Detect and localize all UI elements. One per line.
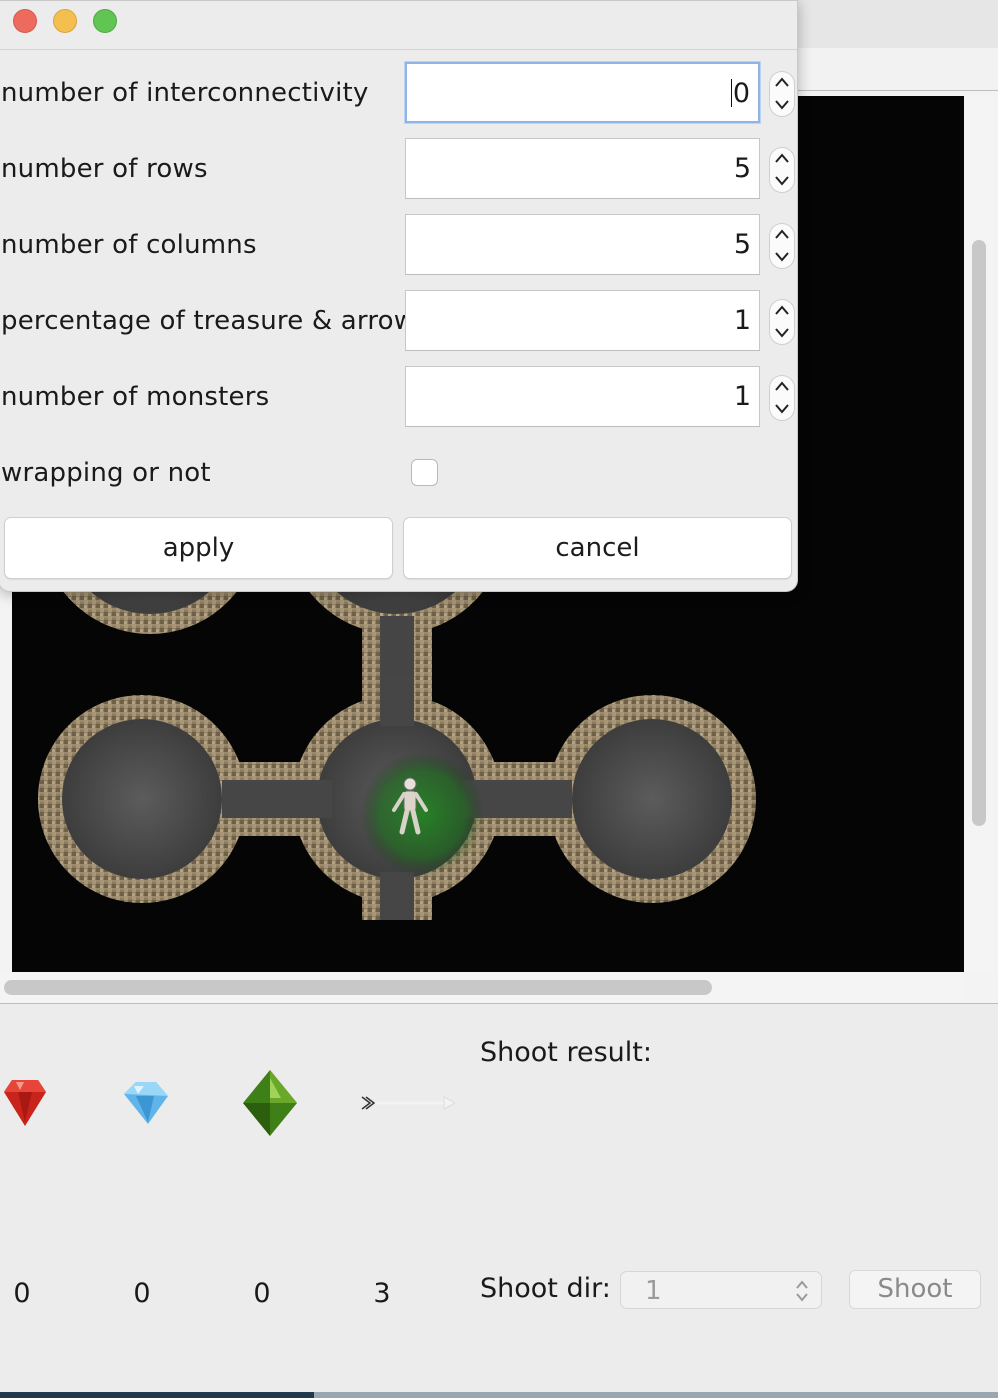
interconnectivity-value-wrap: 0 bbox=[730, 78, 750, 109]
arrow-count: 3 bbox=[373, 1278, 391, 1309]
monsters-stepper[interactable] bbox=[769, 375, 795, 421]
shoot-dir-select[interactable]: 1 bbox=[620, 1271, 822, 1309]
emerald-count: 0 bbox=[253, 1278, 271, 1309]
cave-east bbox=[548, 695, 756, 903]
stepper-updown-icon bbox=[775, 77, 789, 110]
shoot-dir-label: Shoot dir: bbox=[480, 1273, 611, 1304]
diamond-icon bbox=[124, 1082, 168, 1124]
monsters-input[interactable]: 1 bbox=[405, 366, 760, 427]
apply-button[interactable]: apply bbox=[4, 517, 393, 579]
shoot-dir-value: 1 bbox=[645, 1276, 662, 1306]
stepper-updown-icon bbox=[775, 305, 789, 338]
treasure-arrow-stepper[interactable] bbox=[769, 299, 795, 345]
ruby-icon bbox=[4, 1080, 46, 1126]
text-caret bbox=[730, 79, 732, 107]
monsters-label: number of monsters bbox=[1, 382, 270, 412]
treasure-arrow-value: 1 bbox=[733, 305, 751, 336]
shoot-button[interactable]: Shoot bbox=[849, 1270, 981, 1309]
cave-west bbox=[38, 695, 246, 903]
wrapping-checkbox[interactable] bbox=[411, 459, 438, 486]
rows-stepper[interactable] bbox=[769, 147, 795, 193]
minimize-window-button[interactable] bbox=[53, 9, 77, 33]
desktop-edge-right bbox=[314, 1392, 998, 1398]
shoot-result-label: Shoot result: bbox=[480, 1037, 652, 1068]
treasure-arrow-label: percentage of treasure & arrow bbox=[1, 306, 416, 336]
columns-label: number of columns bbox=[1, 230, 257, 260]
stepper-updown-icon bbox=[775, 153, 789, 186]
zoom-window-button[interactable] bbox=[93, 9, 117, 33]
interconnectivity-label: number of interconnectivity bbox=[1, 78, 369, 108]
columns-input[interactable]: 5 bbox=[405, 214, 760, 275]
dialog-titlebar bbox=[0, 1, 797, 50]
vertical-scrollbar-thumb[interactable] bbox=[972, 240, 986, 826]
monster-smell bbox=[360, 752, 484, 876]
wrapping-label: wrapping or not bbox=[1, 458, 211, 488]
settings-dialog: number of interconnectivity 0 number of … bbox=[0, 0, 798, 592]
cancel-button[interactable]: cancel bbox=[403, 517, 792, 579]
main-toolbar bbox=[790, 48, 998, 90]
diamond-count: 0 bbox=[133, 1278, 151, 1309]
rows-value: 5 bbox=[733, 153, 751, 184]
interconnectivity-input[interactable]: 0 bbox=[405, 62, 760, 123]
rows-input[interactable]: 5 bbox=[405, 138, 760, 199]
interconnectivity-value: 0 bbox=[732, 78, 750, 109]
ruby-count: 0 bbox=[13, 1278, 31, 1309]
rows-label: number of rows bbox=[1, 154, 208, 184]
horizontal-scrollbar-thumb[interactable] bbox=[4, 980, 712, 995]
treasure-arrow-input[interactable]: 1 bbox=[405, 290, 760, 351]
columns-value: 5 bbox=[733, 229, 751, 260]
columns-stepper[interactable] bbox=[769, 223, 795, 269]
stepper-updown-icon bbox=[775, 381, 789, 414]
interconnectivity-stepper[interactable] bbox=[769, 71, 795, 117]
emerald-icon bbox=[243, 1070, 297, 1136]
select-updown-icon bbox=[796, 1280, 808, 1302]
arrow-icon bbox=[361, 1096, 456, 1110]
close-window-button[interactable] bbox=[13, 9, 37, 33]
desktop-edge bbox=[0, 1392, 314, 1398]
stepper-updown-icon bbox=[775, 229, 789, 262]
monsters-value: 1 bbox=[733, 381, 751, 412]
